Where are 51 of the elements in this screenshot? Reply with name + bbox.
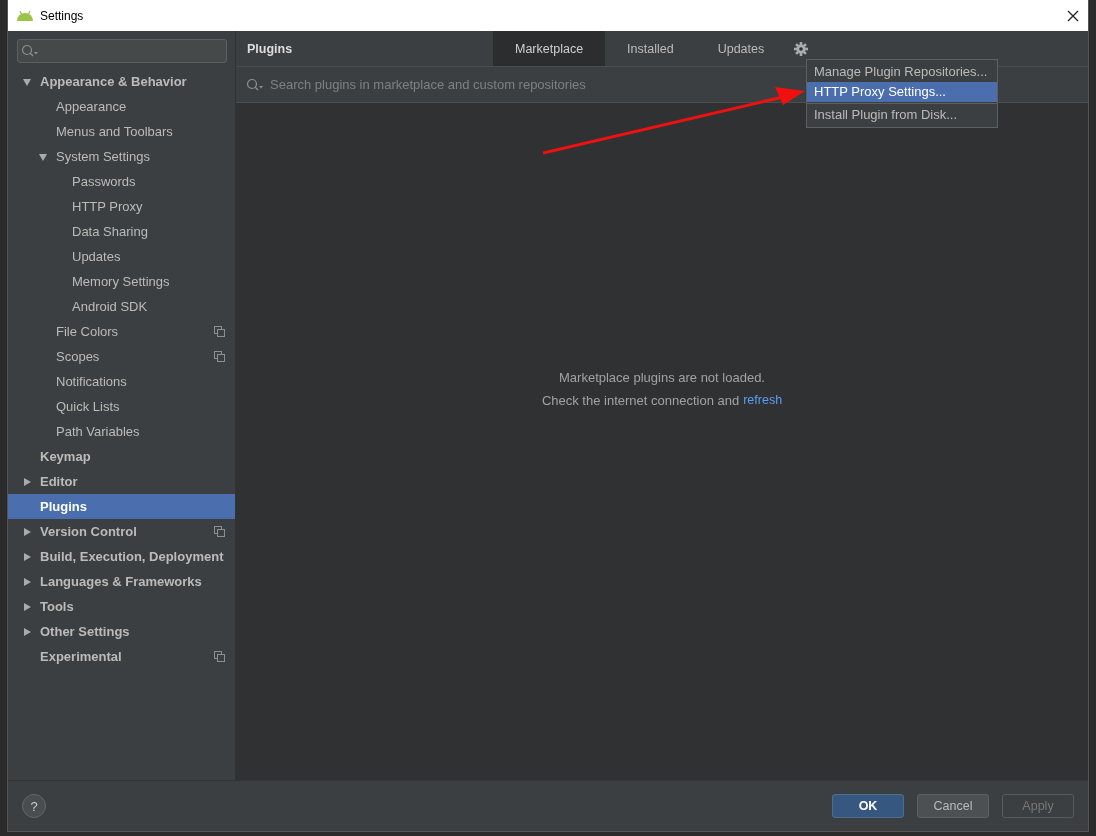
android-icon bbox=[16, 9, 34, 22]
tree-item[interactable]: Memory Settings bbox=[8, 269, 235, 294]
collapsed-arrow-icon[interactable] bbox=[22, 601, 32, 612]
tree-item[interactable]: Scopes bbox=[8, 344, 235, 369]
tree-item[interactable]: Quick Lists bbox=[8, 394, 235, 419]
tab[interactable]: Installed bbox=[605, 31, 696, 66]
dialog-button[interactable]: Cancel bbox=[917, 794, 989, 818]
status-message: Marketplace plugins are not loaded. bbox=[559, 370, 765, 385]
tree-item[interactable]: System Settings bbox=[8, 144, 235, 169]
tree-item[interactable]: Passwords bbox=[8, 169, 235, 194]
tree-item[interactable]: Updates bbox=[8, 244, 235, 269]
tree-item[interactable]: Notifications bbox=[8, 369, 235, 394]
tree-item[interactable]: Android SDK bbox=[8, 294, 235, 319]
tree-item[interactable]: Data Sharing bbox=[8, 219, 235, 244]
refresh-link[interactable]: refresh bbox=[743, 393, 783, 408]
search-field[interactable] bbox=[17, 39, 227, 63]
settings-icon[interactable] bbox=[794, 41, 809, 56]
window-title: Settings bbox=[40, 8, 84, 23]
dialog-button[interactable]: OK bbox=[832, 794, 904, 818]
tree-item[interactable]: Menus and Toolbars bbox=[8, 119, 235, 144]
menu-item[interactable]: HTTP Proxy Settings... bbox=[807, 82, 997, 102]
search-icon bbox=[21, 44, 39, 58]
close-icon[interactable] bbox=[1067, 9, 1079, 22]
tree-item[interactable]: Path Variables bbox=[8, 419, 235, 444]
tree-item[interactable]: Tools bbox=[8, 594, 235, 619]
collapsed-arrow-icon[interactable] bbox=[22, 626, 32, 637]
page-title: Plugins bbox=[246, 41, 294, 56]
tree-item[interactable]: Languages & Frameworks bbox=[8, 569, 235, 594]
collapsed-arrow-icon[interactable] bbox=[22, 551, 32, 562]
tree-item[interactable]: Appearance & Behavior bbox=[8, 69, 235, 94]
collapsed-arrow-icon[interactable] bbox=[22, 526, 32, 537]
collapsed-arrow-icon[interactable] bbox=[22, 476, 32, 487]
expanded-arrow-icon[interactable] bbox=[38, 151, 48, 162]
tree-item[interactable]: Appearance bbox=[8, 94, 235, 119]
tree-item[interactable]: Build, Execution, Deployment bbox=[8, 544, 235, 569]
help-button[interactable]: ? bbox=[22, 794, 46, 818]
tree-item[interactable]: HTTP Proxy bbox=[8, 194, 235, 219]
menu-item[interactable]: Install Plugin from Disk... bbox=[807, 105, 997, 125]
expanded-arrow-icon[interactable] bbox=[22, 76, 32, 87]
tree-item[interactable]: Plugins bbox=[8, 494, 235, 519]
tree-item[interactable]: Keymap bbox=[8, 444, 235, 469]
hint-text: Check the internet connection and bbox=[541, 393, 740, 408]
collapsed-arrow-icon[interactable] bbox=[22, 576, 32, 587]
tree-item[interactable]: Other Settings bbox=[8, 619, 235, 644]
tree-item[interactable]: File Colors bbox=[8, 319, 235, 344]
tree-item[interactable]: Experimental bbox=[8, 644, 235, 669]
tree-item[interactable]: Editor bbox=[8, 469, 235, 494]
tab[interactable]: Updates bbox=[695, 31, 787, 66]
search-icon bbox=[246, 78, 264, 92]
tab[interactable]: Marketplace bbox=[493, 31, 606, 66]
tree-item[interactable]: Version Control bbox=[8, 519, 235, 544]
